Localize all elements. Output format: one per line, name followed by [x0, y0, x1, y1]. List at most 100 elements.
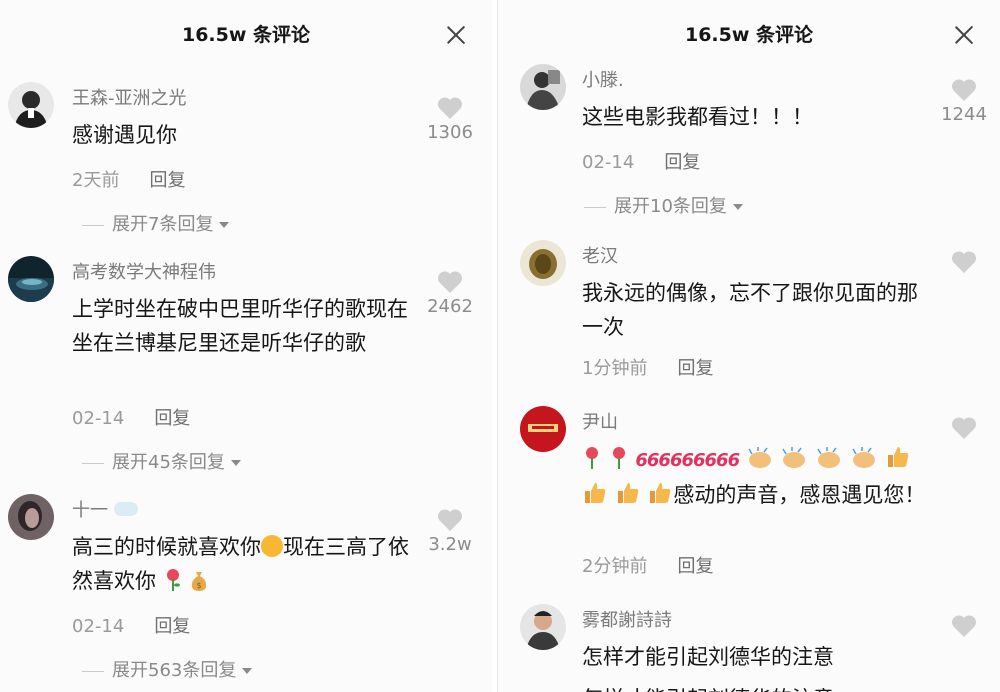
- comment-meta: 02-14 回复: [72, 612, 190, 638]
- divider: [82, 670, 104, 672]
- rose-icon: [166, 569, 180, 591]
- heart-icon: [951, 417, 977, 439]
- comment-count-title: 16.5w 条评论: [181, 24, 311, 46]
- smile-icon: [261, 535, 283, 557]
- comment-text: 上学时坐在破中巴里听华仔的歌现在坐在兰博基尼里还是听华仔的歌: [72, 297, 408, 355]
- six-six-six-icon: 666: [704, 450, 741, 471]
- clap-icon: [817, 447, 841, 468]
- chevron-down-icon: [242, 668, 253, 674]
- comment-meta: 02-14 回复: [72, 404, 190, 430]
- reply-button[interactable]: 回复: [677, 556, 713, 577]
- clap-icon: [748, 447, 771, 468]
- comment-time: 02-14: [72, 616, 125, 637]
- chevron-down-icon: [219, 222, 230, 228]
- rose-icon: [612, 447, 625, 469]
- username[interactable]: 雾都謝詩詩: [582, 606, 672, 632]
- six-six-six-icon: 666: [635, 450, 671, 471]
- like-button[interactable]: 1244: [934, 78, 994, 125]
- clap-icon: [782, 447, 806, 468]
- expand-replies-label: 展开7条回复: [112, 214, 214, 235]
- close-icon[interactable]: [446, 25, 466, 45]
- heart-icon: [951, 615, 977, 637]
- reply-button[interactable]: 回复: [677, 358, 713, 379]
- like-count: 3.2w: [428, 534, 472, 555]
- like-button[interactable]: [934, 416, 994, 440]
- reply-button[interactable]: 回复: [149, 170, 185, 191]
- like-button[interactable]: 1306: [420, 96, 480, 143]
- comment-text: 这些电影我都看过！！！: [582, 105, 813, 129]
- comment-header: 16.5w 条评论: [0, 0, 492, 62]
- heart-icon: [951, 79, 977, 101]
- chevron-down-icon: [230, 460, 241, 466]
- heart-icon: [437, 509, 463, 531]
- like-button[interactable]: 3.2w: [420, 508, 480, 555]
- comment-meta: 2分钟前 回复: [582, 552, 713, 578]
- comment-header: 16.5w 条评论: [498, 0, 1000, 62]
- rose-icon: [586, 447, 598, 469]
- like-count: 1244: [941, 104, 987, 125]
- comment-meta: 1分钟前 回复: [582, 354, 713, 380]
- thumbs-up-icon: [585, 483, 606, 503]
- expand-replies-label: 展开563条回复: [112, 660, 237, 681]
- comment-text: 高三的时候就喜欢你 现在三高了依然喜欢你 $: [72, 535, 409, 593]
- divider: [584, 206, 606, 208]
- username[interactable]: 十一: [72, 496, 138, 522]
- username[interactable]: 王森-亚洲之光: [72, 84, 187, 110]
- expand-replies-button[interactable]: 展开563条回复: [82, 656, 253, 682]
- avatar[interactable]: [8, 82, 54, 128]
- comment-time: 02-14: [582, 152, 635, 173]
- comment-time: 02-14: [72, 408, 125, 429]
- comment-time: 2天前: [72, 170, 120, 191]
- username[interactable]: 小滕.: [582, 66, 624, 92]
- right-comment-panel: 16.5w 条评论 小滕. 这些电影我都看过！！！ 02-14 回复 展开10条回…: [497, 0, 1000, 692]
- avatar[interactable]: [520, 240, 566, 286]
- reply-button[interactable]: 回复: [154, 408, 190, 429]
- clap-icon: [852, 447, 875, 468]
- avatar[interactable]: [8, 494, 54, 540]
- expand-replies-button[interactable]: 展开10条回复: [584, 192, 743, 218]
- username[interactable]: 高考数学大神程伟: [72, 258, 216, 284]
- thumbs-up-icon: [887, 447, 908, 467]
- chevron-down-icon: [732, 204, 743, 210]
- comment-meta: 2天前 回复: [72, 166, 185, 192]
- username[interactable]: 尹山: [582, 408, 618, 434]
- heart-icon: [951, 251, 977, 273]
- heart-icon: [437, 271, 463, 293]
- comment-time: 1分钟前: [582, 358, 648, 379]
- thumbs-up-icon: [617, 483, 639, 503]
- expand-replies-button[interactable]: 展开45条回复: [82, 448, 241, 474]
- reply-button[interactable]: 回复: [664, 152, 700, 173]
- avatar[interactable]: [520, 64, 566, 110]
- money-bag-icon: $: [192, 572, 207, 591]
- username[interactable]: 老汉: [582, 242, 618, 268]
- comment-count-title: 16.5w 条评论: [684, 24, 814, 46]
- divider: [82, 224, 104, 226]
- like-count: 1306: [427, 122, 473, 143]
- comment-text: 怎样才能引起刘德华的注意: [582, 645, 834, 669]
- comment-text: 感谢遇见你: [72, 123, 177, 147]
- expand-replies-button[interactable]: 展开7条回复: [82, 210, 230, 236]
- expand-replies-label: 展开10条回复: [614, 196, 727, 217]
- six-six-six-icon: 666: [669, 450, 706, 471]
- like-button[interactable]: 2462: [420, 270, 480, 317]
- left-comment-panel: 16.5w 条评论 王森-亚洲之光 感谢遇见你 2天前 回复 展开7条回复 130…: [0, 0, 492, 692]
- divider: [82, 462, 104, 464]
- avatar[interactable]: [520, 406, 566, 452]
- avatar[interactable]: [520, 604, 566, 650]
- expand-replies-label: 展开45条回复: [112, 452, 225, 473]
- like-button[interactable]: [934, 250, 994, 274]
- comment-time: 2分钟前: [582, 556, 648, 577]
- like-button[interactable]: [934, 614, 994, 638]
- svg-text:$: $: [197, 581, 202, 590]
- reply-button[interactable]: 回复: [154, 616, 190, 637]
- comment-text-cutoff: 怎样才能引起刘德华的注意: [582, 682, 834, 692]
- close-icon[interactable]: [954, 25, 974, 45]
- comment-meta: 02-14 回复: [582, 148, 700, 174]
- comment-text: 我永远的偶像，忘不了跟你见面的那一次: [582, 281, 918, 339]
- cloud-icon: [113, 502, 138, 516]
- heart-icon: [437, 97, 463, 119]
- like-count: 2462: [427, 296, 473, 317]
- avatar[interactable]: [8, 256, 54, 302]
- comment-text: 666666666 感动的声音，感恩遇见您！: [582, 442, 932, 512]
- thumbs-up-icon: [650, 483, 671, 503]
